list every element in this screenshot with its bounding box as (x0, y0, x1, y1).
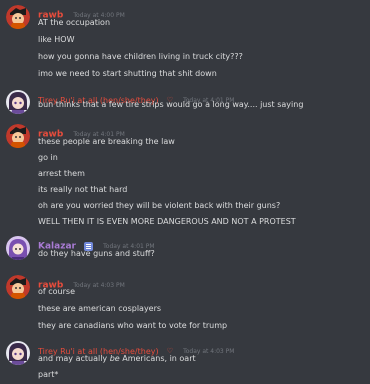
message-line: part* (38, 370, 59, 379)
message-line: WELL THEN IT IS EVEN MORE DANGEROUS AND … (38, 217, 296, 226)
message-line: go in (38, 153, 58, 162)
text-segment: Americans, in oart (119, 354, 196, 363)
message-line: do they have guns and stuff? (38, 249, 155, 258)
message-header: rawb Today at 4:00 PM (38, 5, 125, 21)
message-line: and may actually be Americans, in oart (38, 354, 196, 363)
message-header: Kalazar Today at 4:01 PM (38, 236, 155, 252)
message-line: like HOW (38, 35, 75, 44)
tirey-avatar[interactable] (6, 341, 30, 365)
message-line: bun thinks that a few tire strips would … (38, 100, 304, 109)
text-segment: and may actually (38, 354, 110, 363)
message-header: Tirey Ru'i at all (hen/she/they) ♡ Today… (38, 341, 234, 356)
message-line: how you gonna have children living in tr… (38, 52, 243, 61)
rawb-avatar[interactable] (6, 5, 30, 29)
timestamp: Today at 4:03 PM (73, 282, 125, 289)
message-line: they are canadians who want to vote for … (38, 321, 228, 330)
message-header: rawb Today at 4:01 PM (38, 124, 125, 140)
rawb-avatar[interactable] (6, 124, 30, 148)
message-line: oh are you worried they will be violent … (38, 201, 281, 210)
message-line: its really not that hard (38, 185, 128, 194)
message-line: these people are breaking the law (38, 137, 175, 146)
message-line: AT the occupation (38, 18, 111, 27)
kalazar-avatar[interactable] (6, 236, 30, 260)
tirey-avatar[interactable] (6, 90, 30, 114)
text-emphasis: be (109, 354, 120, 363)
rawb-avatar[interactable] (6, 275, 30, 299)
message-line: arrest them (38, 169, 85, 178)
message-line: imo we need to start shutting that shit … (38, 69, 217, 78)
chat-messages: rawb Today at 4:00 PM AT the occupation … (0, 0, 370, 384)
message-line: these are american cosplayers (38, 304, 162, 313)
message-line: of course (38, 287, 75, 296)
